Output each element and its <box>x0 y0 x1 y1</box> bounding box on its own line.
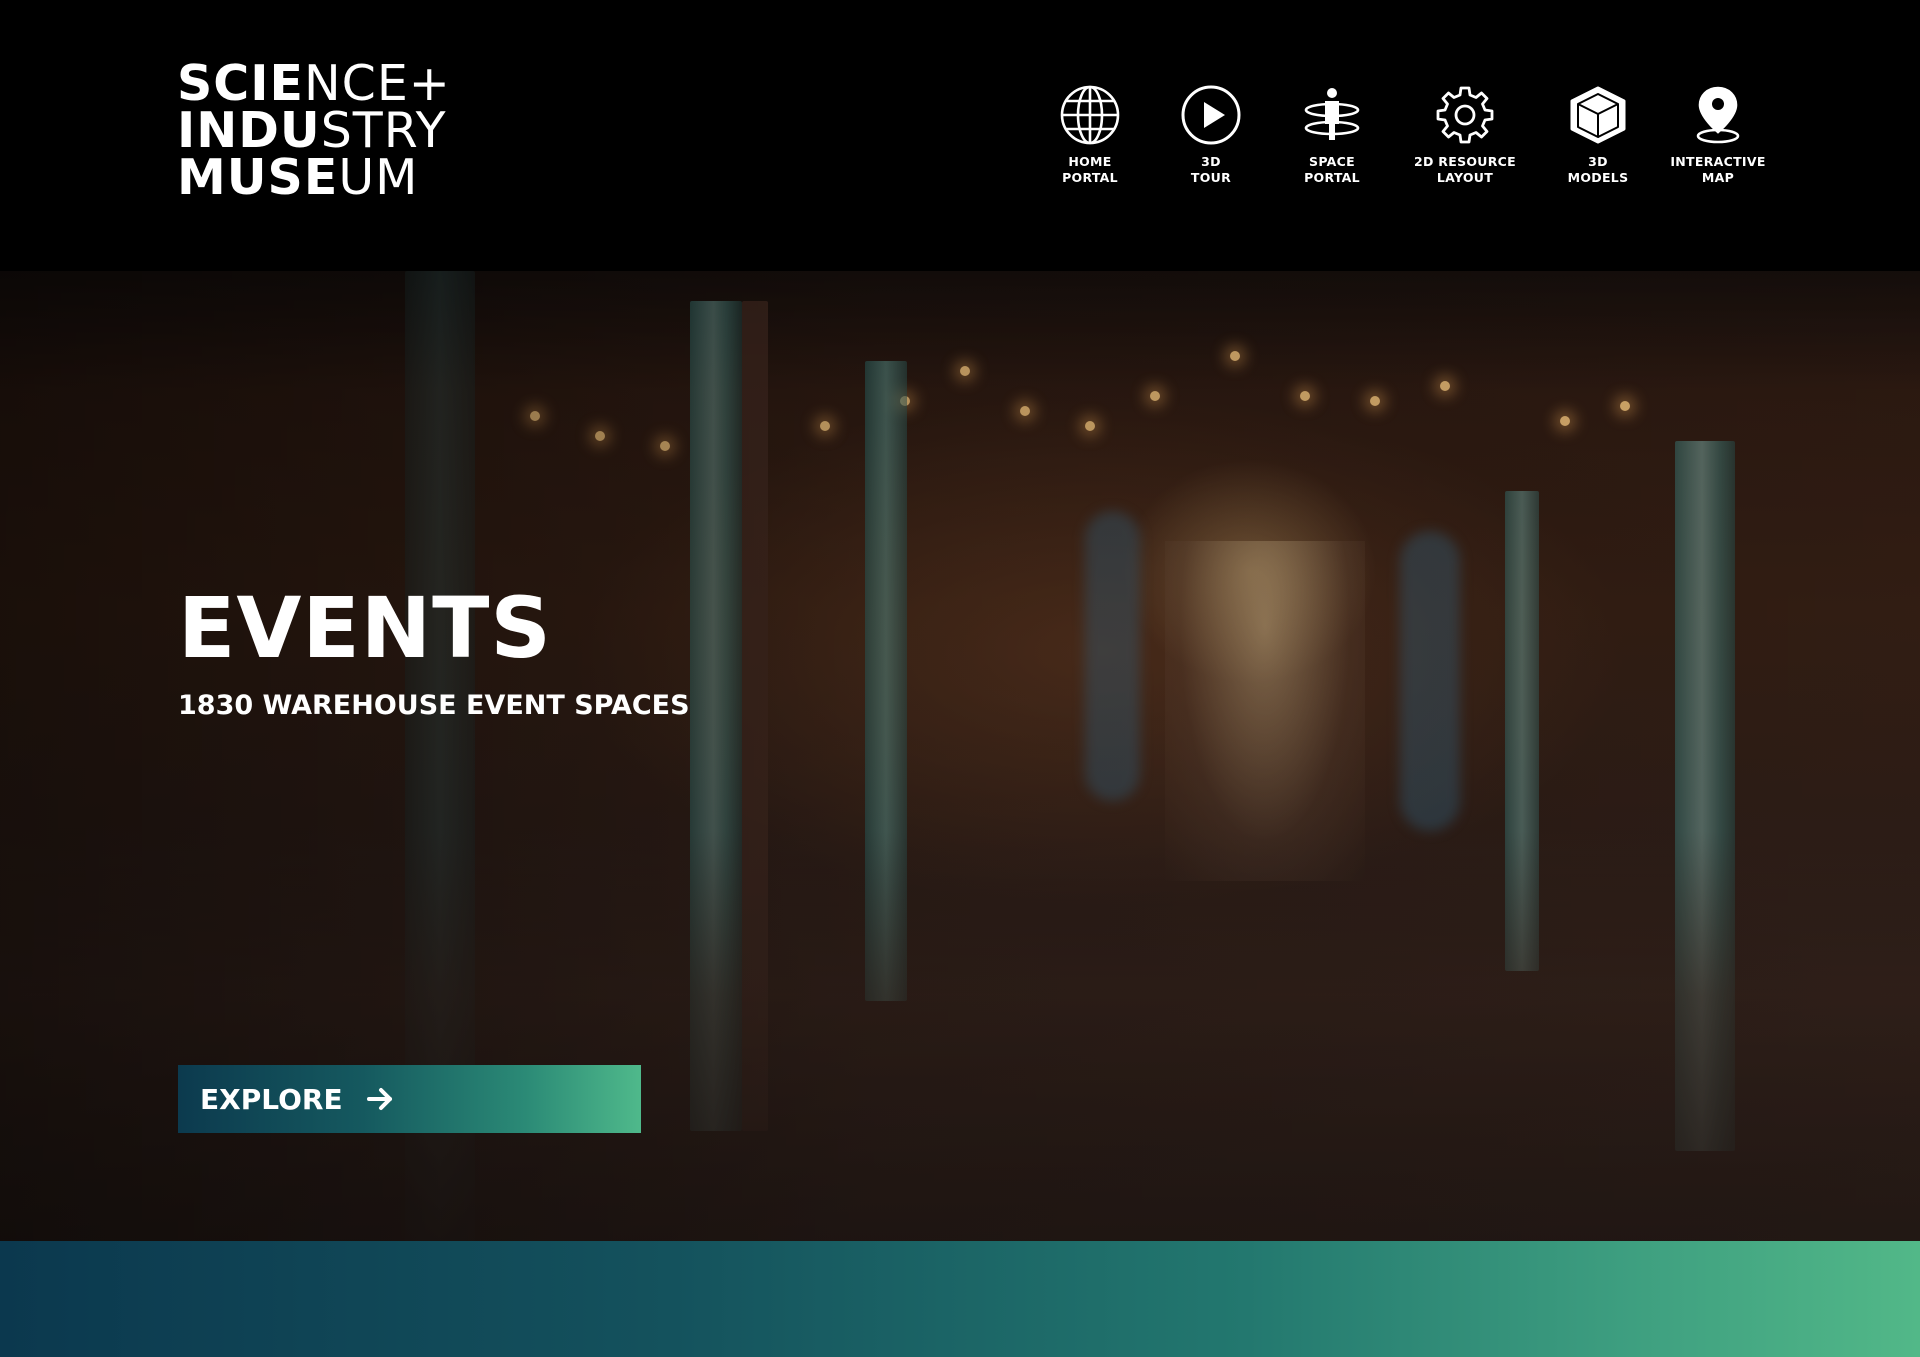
logo-line-1: SCIENCE+ <box>177 55 451 112</box>
arrow-right-icon <box>343 1084 395 1114</box>
nav-label: 3D MODELS <box>1567 154 1629 185</box>
museum-logo[interactable]: SCIENCE+ INDUSTRY MUSEUM <box>177 55 451 206</box>
logo-line-2: INDUSTRY <box>177 102 447 159</box>
nav-label: 2D RESOURCE LAYOUT <box>1413 154 1516 185</box>
nav-space-portal[interactable]: SPACE PORTAL <box>1272 84 1392 186</box>
nav-home-portal[interactable]: HOME PORTAL <box>1030 84 1150 186</box>
gear-icon <box>1434 84 1496 146</box>
nav-label: 3D TOUR <box>1190 154 1232 185</box>
explore-button[interactable]: EXPLORE <box>178 1065 641 1133</box>
nav-label: SPACE PORTAL <box>1304 154 1360 185</box>
globe-icon <box>1059 84 1121 146</box>
nav-label: INTERACTIVE MAP <box>1670 154 1766 185</box>
cube-icon <box>1567 84 1629 146</box>
logo-line-3: MUSEUM <box>177 149 419 206</box>
hero-section: EVENTS 1830 WAREHOUSE EVENT SPACES EXPLO… <box>0 271 1920 1241</box>
nav-label: HOME PORTAL <box>1062 154 1118 185</box>
nav-3d-tour[interactable]: 3D TOUR <box>1151 84 1271 186</box>
page-subtitle: 1830 WAREHOUSE EVENT SPACES <box>178 690 690 721</box>
map-pin-icon <box>1687 84 1749 146</box>
nav-2d-resource-layout[interactable]: 2D RESOURCE LAYOUT <box>1405 84 1525 186</box>
nav-3d-models[interactable]: 3D MODELS <box>1538 84 1658 186</box>
nav-interactive-map[interactable]: INTERACTIVE MAP <box>1658 84 1778 186</box>
person-rings-icon <box>1301 84 1363 146</box>
site-header: SCIENCE+ INDUSTRY MUSEUM HOME PORTAL 3D … <box>0 0 1920 271</box>
explore-button-label: EXPLORE <box>200 1082 343 1116</box>
footer-gradient-bar <box>0 1241 1920 1357</box>
page-title: EVENTS <box>178 579 552 677</box>
play-icon <box>1180 84 1242 146</box>
